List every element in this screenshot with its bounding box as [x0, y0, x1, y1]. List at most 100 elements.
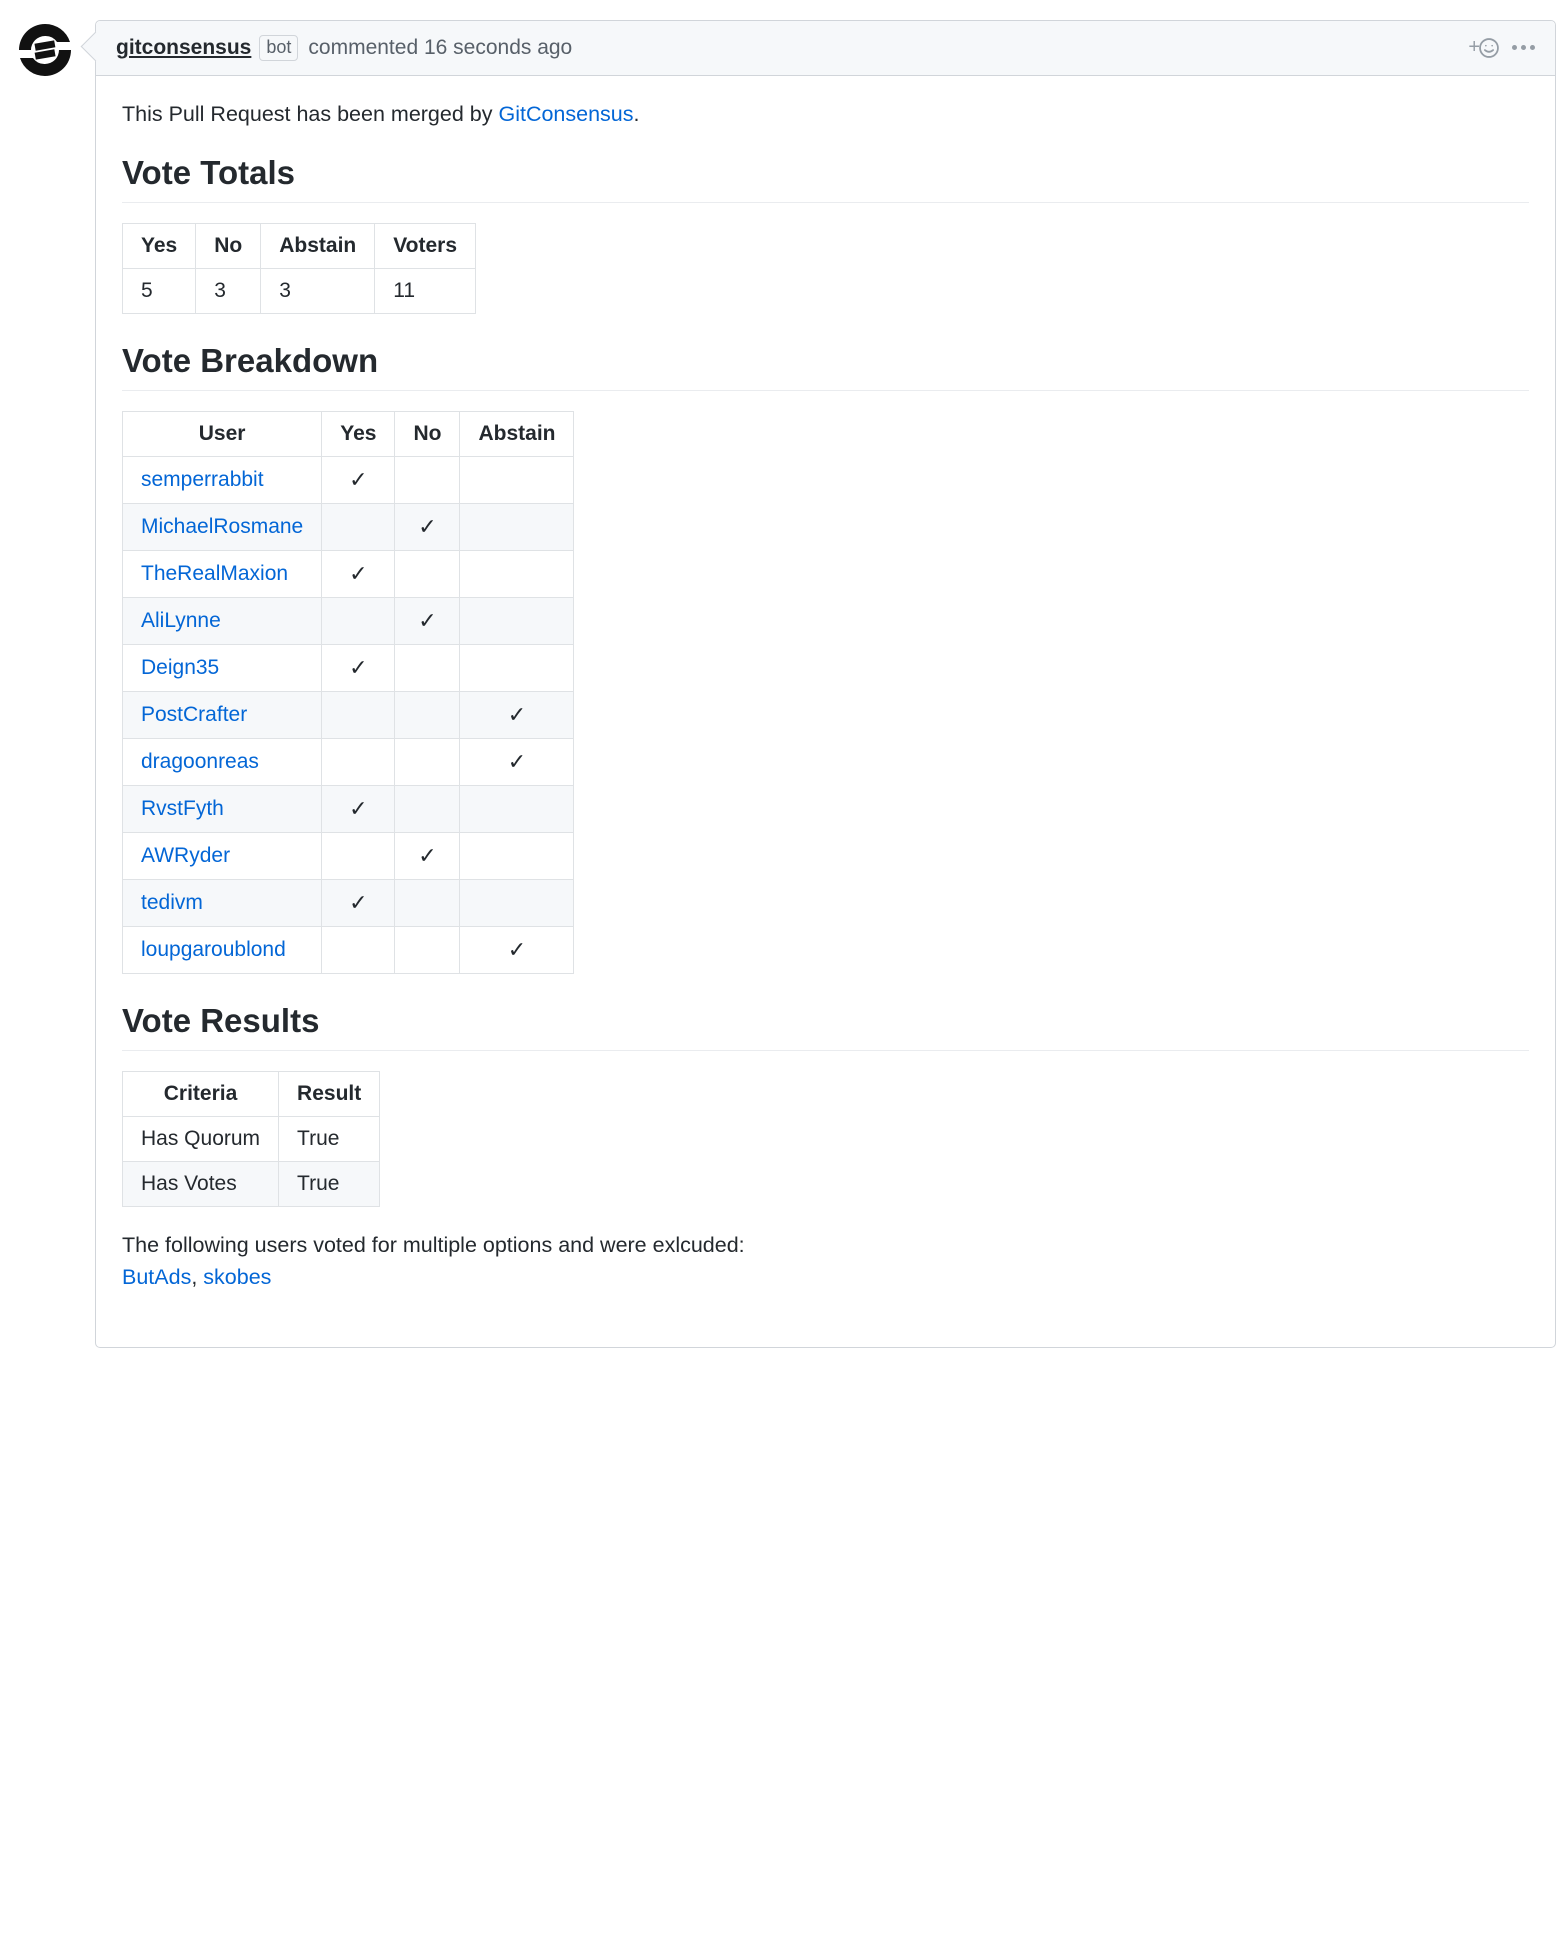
header-user: User	[123, 411, 322, 456]
no-cell	[395, 691, 460, 738]
user-cell: semperrabbit	[123, 456, 322, 503]
abstain-cell	[460, 550, 574, 597]
header-abstain: Abstain	[460, 411, 574, 456]
header-result: Result	[279, 1071, 380, 1116]
comment-header: gitconsensus bot commented 16 seconds ag…	[96, 21, 1555, 76]
user-link[interactable]: tedivm	[141, 891, 203, 914]
excluded-user-link[interactable]: ButAds	[122, 1265, 191, 1289]
no-cell	[395, 550, 460, 597]
vote-breakdown-table: User Yes No Abstain semperrabbit✓Michael…	[122, 411, 574, 974]
comment-actions: +	[1468, 36, 1535, 59]
user-cell: loupgaroublond	[123, 926, 322, 973]
vote-results-table: Criteria Result Has QuorumTrueHas VotesT…	[122, 1071, 380, 1207]
vote-results-heading: Vote Results	[122, 1002, 1529, 1051]
value-abstain: 3	[261, 268, 375, 313]
user-link[interactable]: RvstFyth	[141, 797, 224, 820]
comment-menu-button[interactable]	[1512, 45, 1535, 50]
vote-totals-heading: Vote Totals	[122, 154, 1529, 203]
yes-cell: ✓	[322, 456, 395, 503]
user-link[interactable]: semperrabbit	[141, 468, 264, 491]
abstain-cell	[460, 644, 574, 691]
abstain-cell	[460, 879, 574, 926]
yes-cell	[322, 738, 395, 785]
vote-totals-table: Yes No Abstain Voters 5 3 3 11	[122, 223, 476, 314]
table-row: loupgaroublond ✓	[123, 926, 574, 973]
user-cell: AliLynne	[123, 597, 322, 644]
user-cell: AWRyder	[123, 832, 322, 879]
abstain-cell: ✓	[460, 926, 574, 973]
yes-cell: ✓	[322, 550, 395, 597]
yes-cell: ✓	[322, 785, 395, 832]
table-row: Has QuorumTrue	[123, 1116, 380, 1161]
user-link[interactable]: PostCrafter	[141, 703, 247, 726]
no-cell: ✓	[395, 832, 460, 879]
header-voters: Voters	[375, 223, 476, 268]
bot-badge: bot	[259, 35, 298, 61]
abstain-cell	[460, 503, 574, 550]
yes-cell	[322, 691, 395, 738]
vote-breakdown-heading: Vote Breakdown	[122, 342, 1529, 391]
comment-body: This Pull Request has been merged by Git…	[96, 76, 1555, 1348]
header-no: No	[395, 411, 460, 456]
user-cell: tedivm	[123, 879, 322, 926]
table-row: semperrabbit ✓	[123, 456, 574, 503]
avatar[interactable]	[15, 20, 75, 80]
user-link[interactable]: AliLynne	[141, 609, 221, 632]
yes-cell: ✓	[322, 644, 395, 691]
user-link[interactable]: AWRyder	[141, 844, 230, 867]
excluded-user-link[interactable]: skobes	[203, 1265, 271, 1289]
comment-timeline-item: gitconsensus bot commented 16 seconds ag…	[10, 20, 1556, 1348]
add-reaction-button[interactable]: +	[1468, 36, 1500, 59]
value-no: 3	[196, 268, 261, 313]
excluded-text: The following users voted for multiple o…	[122, 1229, 1529, 1294]
user-cell: TheRealMaxion	[123, 550, 322, 597]
value-yes: 5	[123, 268, 196, 313]
no-cell	[395, 926, 460, 973]
header-abstain: Abstain	[261, 223, 375, 268]
user-link[interactable]: loupgaroublond	[141, 938, 286, 961]
yes-cell	[322, 832, 395, 879]
yes-cell	[322, 503, 395, 550]
table-row: RvstFyth ✓	[123, 785, 574, 832]
abstain-cell: ✓	[460, 691, 574, 738]
comment-container: gitconsensus bot commented 16 seconds ag…	[95, 20, 1556, 1348]
smiley-icon	[1478, 37, 1500, 59]
no-cell: ✓	[395, 597, 460, 644]
abstain-cell	[460, 785, 574, 832]
gitconsensus-link[interactable]: GitConsensus	[498, 102, 633, 126]
comment-author-link[interactable]: gitconsensus	[116, 36, 251, 60]
table-row: AliLynne ✓	[123, 597, 574, 644]
user-cell: MichaelRosmane	[123, 503, 322, 550]
header-criteria: Criteria	[123, 1071, 279, 1116]
table-row: PostCrafter ✓	[123, 691, 574, 738]
header-yes: Yes	[123, 223, 196, 268]
no-cell	[395, 456, 460, 503]
user-cell: PostCrafter	[123, 691, 322, 738]
user-cell: Deign35	[123, 644, 322, 691]
criteria-cell: Has Votes	[123, 1161, 279, 1206]
intro-text: This Pull Request has been merged by Git…	[122, 98, 1529, 130]
table-row: dragoonreas ✓	[123, 738, 574, 785]
criteria-cell: Has Quorum	[123, 1116, 279, 1161]
user-link[interactable]: TheRealMaxion	[141, 562, 288, 585]
value-voters: 11	[375, 268, 476, 313]
table-row: MichaelRosmane ✓	[123, 503, 574, 550]
user-link[interactable]: dragoonreas	[141, 750, 259, 773]
yes-cell	[322, 597, 395, 644]
user-cell: RvstFyth	[123, 785, 322, 832]
table-row: tedivm ✓	[123, 879, 574, 926]
yes-cell: ✓	[322, 879, 395, 926]
table-row: Deign35 ✓	[123, 644, 574, 691]
result-cell: True	[279, 1161, 380, 1206]
abstain-cell	[460, 456, 574, 503]
comment-timestamp: commented 16 seconds ago	[308, 36, 572, 60]
user-link[interactable]: MichaelRosmane	[141, 515, 303, 538]
header-no: No	[196, 223, 261, 268]
user-cell: dragoonreas	[123, 738, 322, 785]
abstain-cell: ✓	[460, 738, 574, 785]
user-link[interactable]: Deign35	[141, 656, 219, 679]
table-row: Has VotesTrue	[123, 1161, 380, 1206]
excluded-users: ButAds, skobes	[122, 1265, 271, 1289]
no-cell: ✓	[395, 503, 460, 550]
no-cell	[395, 644, 460, 691]
